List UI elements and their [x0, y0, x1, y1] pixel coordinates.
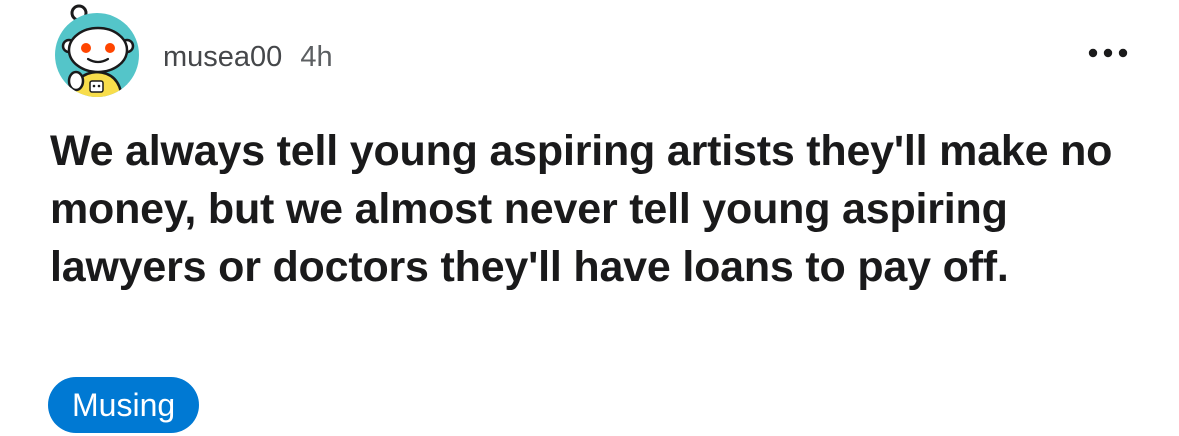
avatar[interactable]	[50, 3, 144, 99]
post-flair[interactable]: Musing	[48, 377, 200, 433]
more-options-button[interactable]	[1086, 40, 1130, 66]
snoo-avatar-icon	[55, 4, 139, 97]
author-username[interactable]: musea00	[163, 41, 282, 74]
post-title[interactable]: We always tell young aspiring artists th…	[50, 122, 1130, 296]
post-card: musea00 4h We always tell young aspiring…	[0, 0, 1179, 436]
more-options-icon	[1088, 48, 1128, 58]
post-timestamp: 4h	[300, 40, 333, 73]
post-meta: musea00 4h	[163, 38, 333, 76]
